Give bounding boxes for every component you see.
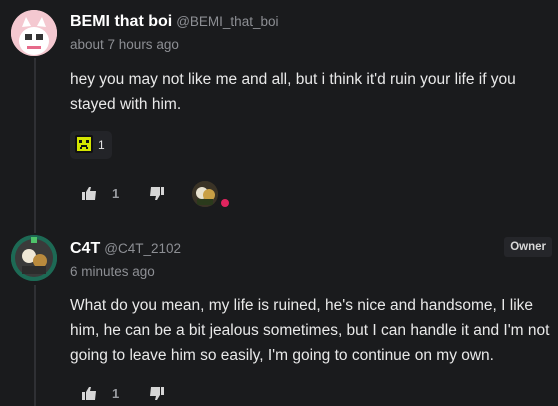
avatar[interactable] (11, 10, 57, 56)
author-handle[interactable]: @C4T_2102 (104, 241, 181, 256)
online-status-dot (221, 199, 229, 207)
author-name[interactable]: BEMI that boi @BEMI_that_boi (70, 13, 278, 31)
comment-timestamp[interactable]: about 7 hours ago (70, 37, 179, 52)
upvote-count: 1 (112, 185, 120, 201)
comment-actions: 1 (80, 184, 165, 202)
thumbs-up-icon[interactable] (80, 384, 98, 402)
author-handle[interactable]: @BEMI_that_boi (176, 14, 278, 29)
reaction-chip[interactable]: 1 (70, 131, 112, 159)
comment-text: What do you mean, my life is ruined, he'… (70, 297, 550, 364)
comment-timestamp[interactable]: 6 minutes ago (70, 264, 155, 279)
comment: C4T @C4T_2102 Owner 6 minutes ago What do… (0, 230, 558, 406)
avatar[interactable] (11, 235, 57, 281)
comment-text: hey you may not like me and all, but i t… (70, 71, 516, 113)
author-name-text[interactable]: BEMI that boi (70, 13, 172, 30)
reaction-count: 1 (98, 138, 105, 152)
thumbs-up-icon[interactable] (80, 184, 98, 202)
reply-avatar[interactable] (192, 181, 218, 207)
owner-badge: Owner (504, 237, 552, 257)
upvote-count: 1 (112, 385, 120, 401)
thumbs-down-icon[interactable] (147, 384, 165, 402)
pixel-face-emoji-icon (75, 134, 93, 156)
thumbs-down-icon[interactable] (147, 184, 165, 202)
comment: BEMI that boi @BEMI_that_boi about 7 hour… (0, 0, 558, 230)
author-name[interactable]: C4T @C4T_2102 (70, 240, 181, 258)
author-name-text[interactable]: C4T (70, 240, 100, 257)
comment-actions: 1 (80, 384, 165, 402)
